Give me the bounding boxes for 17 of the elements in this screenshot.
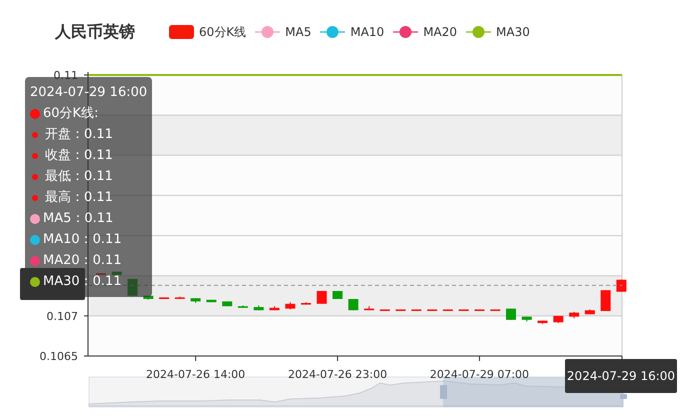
x-axis-label: 2024-07-26 14:00 [146,368,246,381]
y-axis-label: 0.1065 [40,350,78,363]
tooltip-value: MA10：0.11 [43,231,122,249]
x-axis-label: 2024-07-26 23:00 [288,368,388,381]
tooltip-value: 最高：0.11 [45,189,113,207]
tooltip-title: 2024-07-29 16:00 [30,84,148,102]
tooltip-value: 收盘：0.11 [45,147,113,165]
tooltip-value: MA5：0.11 [43,210,114,228]
chart-title: 人民币英镑 [55,22,135,42]
y-axis-label: 0.107 [46,310,78,323]
x-axis-label: 2024-07-29 07:00 [430,368,530,381]
tooltip-value: 开盘：0.11 [45,126,113,144]
x-pointer-label: 2024-07-29 16:00 [565,359,677,393]
tooltip-value: MA30：0.11 [43,273,122,291]
tooltip-value: 最低：0.11 [45,168,113,186]
tooltip-value: 60分K线: [43,105,98,123]
tooltip-value: MA20：0.11 [43,252,122,270]
